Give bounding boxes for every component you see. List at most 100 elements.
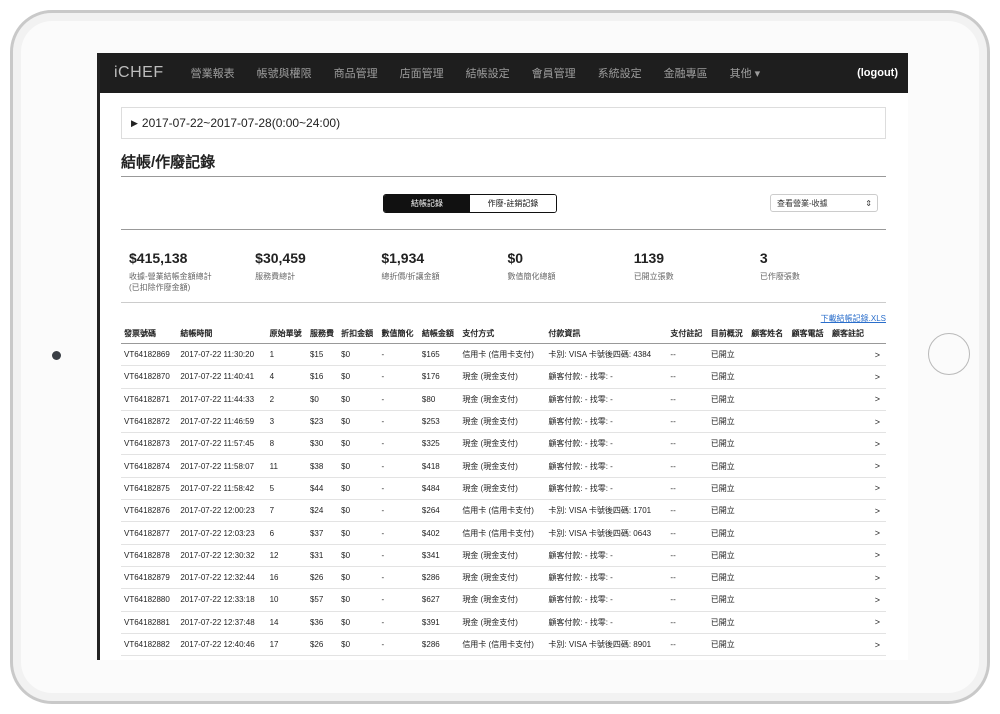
nav-item-accounts[interactable]: 帳號與權限 [246, 65, 323, 81]
table-cell: - [378, 544, 419, 567]
table-cell: $0 [338, 588, 379, 612]
row-detail-chevron-icon[interactable]: > [869, 388, 886, 411]
table-row[interactable]: VT64182870 2017-07-22 11:40:41 4 $16 $0- $176… [121, 365, 886, 389]
table-cell [748, 477, 789, 501]
row-detail-chevron-icon[interactable]: > [869, 454, 886, 478]
tab-void-records[interactable]: 作廢-註銷記錄 [470, 195, 556, 212]
table-row[interactable]: VT64182874 2017-07-22 11:58:07 11 $38 $0- $41… [121, 454, 886, 478]
table-cell: $36 [306, 611, 339, 634]
column-header: 發票號碼 [121, 323, 178, 344]
table-cell: VT64182870 [121, 365, 178, 389]
nav-item-finance[interactable]: 金融專區 [653, 65, 719, 81]
column-header: 數值簡化 [378, 323, 419, 344]
table-cell: 信用卡 (信用卡支付) [459, 521, 546, 545]
row-detail-chevron-icon[interactable]: > [869, 588, 886, 612]
row-detail-chevron-icon[interactable]: > [869, 611, 886, 634]
table-cell: $0 [338, 521, 379, 545]
column-header: 原始單號 [266, 323, 307, 344]
table-cell: -- [667, 388, 708, 411]
table-cell: 現金 (現金支付) [459, 454, 546, 478]
table-cell [748, 655, 789, 660]
table-cell: 7 [266, 499, 307, 523]
nav-item-checkout-settings[interactable]: 結帳設定 [455, 65, 521, 81]
table-cell: $26 [306, 633, 339, 657]
table-cell: - [378, 633, 419, 657]
nav-item-system[interactable]: 系統設定 [587, 65, 653, 81]
table-cell: -- [667, 432, 708, 456]
table-cell [748, 544, 789, 567]
row-detail-chevron-icon[interactable]: > [869, 343, 886, 367]
download-xls-link[interactable]: 下載結帳記錄.XLS [121, 313, 886, 323]
table-row[interactable]: VT64182882 2017-07-22 12:40:46 17 $26 $0- $28… [121, 633, 886, 657]
table-cell: $341 [418, 544, 460, 567]
table-cell [748, 410, 789, 434]
logout-link[interactable]: (logout) [857, 67, 908, 79]
row-detail-chevron-icon[interactable]: > [869, 477, 886, 501]
nav-item-products[interactable]: 商品管理 [323, 65, 389, 81]
table-row[interactable]: VT64182869 2017-07-22 11:30:20 1 $15 $0- $165… [121, 343, 886, 367]
stat-value: 1139 [633, 250, 665, 266]
home-button[interactable] [928, 333, 970, 375]
table-cell: 已開立 [707, 365, 749, 389]
table-cell: $325 [418, 432, 460, 456]
table-row[interactable]: VT64182876 2017-07-22 12:00:23 7 $24 $0- $264… [121, 499, 886, 523]
table-cell: $38 [306, 454, 339, 478]
table-cell: 2017-07-22 11:57:45 [177, 432, 267, 456]
row-detail-chevron-icon[interactable]: > [869, 410, 886, 434]
table-cell: VT64182875 [121, 477, 178, 501]
table-cell: $44 [306, 477, 339, 501]
row-detail-chevron-icon[interactable]: > [869, 499, 886, 523]
table-cell: 2017-07-22 12:00:23 [177, 499, 267, 523]
stat-value: $0 [507, 250, 524, 266]
table-cell: VT64182878 [121, 544, 178, 567]
table-row[interactable]: VT64182877 2017-07-22 12:03:23 6 $37 $0- $402… [121, 521, 886, 545]
table-cell: 現金 (現金支付) [459, 388, 546, 411]
stat-label: 總折價/折讓金額 [381, 272, 440, 281]
brand-logo[interactable]: iCHEF [100, 64, 180, 82]
table-cell: 15 [266, 655, 307, 660]
table-cell: - [378, 499, 419, 523]
page-title: 結帳/作廢記錄 [121, 151, 886, 177]
stat-service-fee: $30,459 服務費總計 [255, 250, 381, 302]
table-cell: -- [667, 499, 708, 523]
row-detail-chevron-icon[interactable]: > [869, 544, 886, 567]
table-row[interactable]: VT64182879 2017-07-22 12:32:44 16 $26 $0- $28… [121, 566, 886, 590]
row-detail-chevron-icon[interactable]: > [869, 365, 886, 389]
nav-item-reports[interactable]: 營業報表 [180, 65, 246, 81]
view-select[interactable]: 查看營業-收據 ⇕ [770, 194, 878, 212]
row-detail-chevron-icon[interactable]: > [869, 566, 886, 590]
nav-item-store[interactable]: 店面管理 [389, 65, 455, 81]
table-cell: - [378, 566, 419, 590]
table-row[interactable]: VT64182875 2017-07-22 11:58:42 5 $44 $0- $484… [121, 477, 886, 501]
table-cell: 8 [266, 432, 307, 456]
row-detail-chevron-icon[interactable]: > [869, 655, 886, 660]
table-row[interactable]: VT64182871 2017-07-22 11:44:33 2 $0 $0- $80 現金… [121, 388, 886, 411]
table-cell: - [378, 611, 419, 634]
table-cell: -- [667, 588, 708, 612]
nav-item-members[interactable]: 會員管理 [521, 65, 587, 81]
table-cell [748, 388, 789, 411]
table-cell [788, 410, 829, 434]
table-row[interactable]: VT641828832017-07-22 12:45:3015$44$0-$48… [121, 655, 886, 660]
table-cell: - [378, 588, 419, 612]
table-row[interactable]: VT64182878 2017-07-22 12:30:32 12 $31 $0- $34… [121, 544, 886, 567]
table-cell: $0 [338, 477, 379, 501]
row-detail-chevron-icon[interactable]: > [869, 633, 886, 657]
table-cell: 顧客付款: - 找零: - [545, 477, 668, 501]
table-cell [748, 521, 789, 545]
table-row[interactable]: VT64182872 2017-07-22 11:46:59 3 $23 $0- $253… [121, 410, 886, 434]
date-range-toggle[interactable]: ▶ 2017-07-22~2017-07-28(0:00~24:00) [121, 107, 886, 139]
table-cell: 2017-07-22 11:44:33 [177, 388, 267, 411]
table-cell: 現金 (現金支付) [459, 365, 546, 389]
table-cell [748, 588, 789, 612]
table-row[interactable]: VT64182881 2017-07-22 12:37:48 14 $36 $0- $39… [121, 611, 886, 634]
nav-item-more[interactable]: 其他 ▾ [719, 65, 772, 81]
table-cell: $80 [418, 388, 460, 411]
row-detail-chevron-icon[interactable]: > [869, 432, 886, 456]
tab-checkout-records[interactable]: 結帳記錄 [384, 195, 470, 212]
table-row[interactable]: VT64182880 2017-07-22 12:33:18 10 $57 $0- $62… [121, 588, 886, 612]
table-cell: 2017-07-22 11:58:42 [177, 477, 267, 501]
table-cell: $402 [418, 521, 460, 545]
table-row[interactable]: VT64182873 2017-07-22 11:57:45 8 $30 $0- $325… [121, 432, 886, 456]
row-detail-chevron-icon[interactable]: > [869, 521, 886, 545]
